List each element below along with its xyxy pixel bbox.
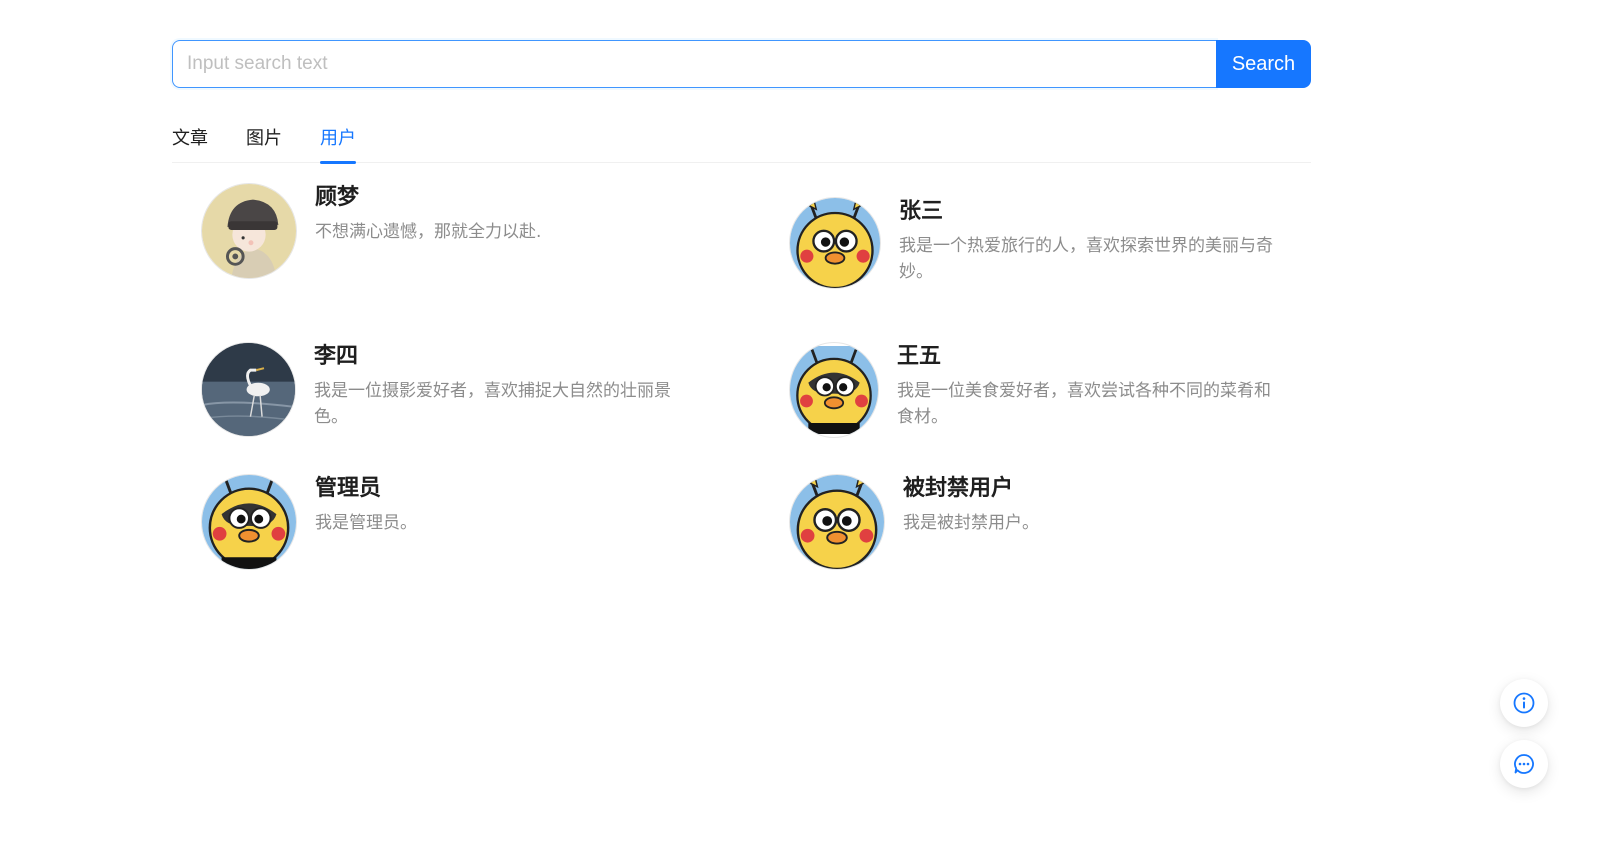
- user-bio: 我是一位摄影爱好者，喜欢捕捉大自然的壮丽景色。: [314, 381, 671, 427]
- user-name[interactable]: 被封禁用户: [903, 474, 1233, 504]
- search-button[interactable]: Search: [1216, 40, 1311, 88]
- user-name[interactable]: 李四: [314, 342, 674, 372]
- yellow-duck-avatar[interactable]: [789, 197, 881, 289]
- user-name[interactable]: 张三: [899, 197, 1279, 227]
- message-icon: [1514, 754, 1534, 774]
- tab-images[interactable]: 图片: [246, 118, 282, 163]
- page: Search 文章 图片 用户 顾梦 不想满心遗憾，那就全力以赴.: [0, 0, 1623, 856]
- message-float-button[interactable]: [1500, 740, 1548, 788]
- user-card[interactable]: 被封禁用户 我是被封禁用户。: [789, 474, 1233, 570]
- dark-duck-avatar[interactable]: [201, 474, 297, 570]
- heron-photo-avatar[interactable]: [201, 342, 296, 437]
- tab-bar: 文章 图片 用户: [172, 118, 1311, 164]
- user-card[interactable]: 王五 我是一位美食爱好者，喜欢尝试各种不同的菜肴和食材。: [789, 342, 1277, 438]
- dark-duck-avatar[interactable]: [789, 342, 879, 438]
- user-card[interactable]: 管理员 我是管理员。: [201, 474, 645, 570]
- search-bar: Search: [172, 40, 1311, 88]
- user-card[interactable]: 张三 我是一个热爱旅行的人，喜欢探索世界的美丽与奇妙。: [789, 197, 1279, 289]
- user-name[interactable]: 顾梦: [315, 183, 645, 213]
- yellow-duck-avatar[interactable]: [789, 474, 885, 570]
- user-bio: 我是管理员。: [315, 513, 417, 533]
- user-card[interactable]: 李四 我是一位摄影爱好者，喜欢捕捉大自然的壮丽景色。: [201, 342, 674, 437]
- user-name[interactable]: 王五: [897, 342, 1277, 372]
- user-bio: 我是一个热爱旅行的人，喜欢探索世界的美丽与奇妙。: [899, 236, 1273, 282]
- tab-articles[interactable]: 文章: [172, 118, 208, 163]
- search-input[interactable]: [172, 40, 1216, 88]
- user-bio: 不想满心遗憾，那就全力以赴.: [315, 222, 542, 242]
- user-bio: 我是一位美食爱好者，喜欢尝试各种不同的菜肴和食材。: [897, 381, 1271, 427]
- user-bio: 我是被封禁用户。: [903, 513, 1039, 533]
- info-circle-icon: [1513, 692, 1535, 714]
- girl-hat-avatar[interactable]: [201, 183, 297, 279]
- info-float-button[interactable]: [1500, 679, 1548, 727]
- user-card[interactable]: 顾梦 不想满心遗憾，那就全力以赴.: [201, 183, 645, 279]
- tab-users[interactable]: 用户: [320, 118, 356, 164]
- user-name[interactable]: 管理员: [315, 474, 645, 504]
